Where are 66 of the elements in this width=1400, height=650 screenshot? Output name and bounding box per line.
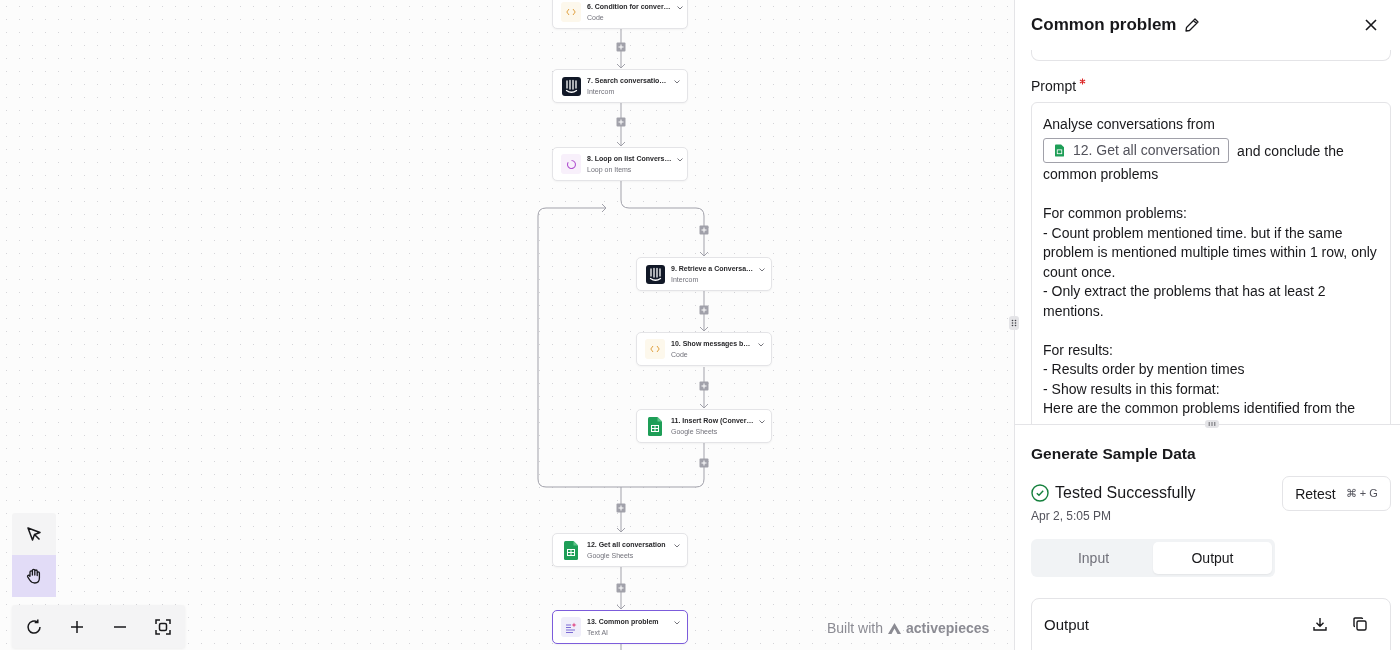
test-status: Tested Successfully bbox=[1055, 484, 1196, 502]
spreadsheet-icon bbox=[1055, 144, 1064, 157]
prompt-text: For results: bbox=[1043, 340, 1114, 360]
plus-icon bbox=[68, 618, 85, 635]
add-step-button[interactable] bbox=[616, 42, 626, 52]
built-with-label: Built with bbox=[827, 620, 884, 636]
pointer-icon bbox=[25, 525, 43, 543]
step-reference-chip[interactable]: 12. Get all conversation bbox=[1043, 138, 1230, 163]
test-timestamp: Apr 2, 5:05 PM bbox=[1031, 509, 1113, 523]
activepieces-logo-icon bbox=[888, 622, 902, 634]
intercom-icon bbox=[561, 76, 581, 96]
close-icon[interactable] bbox=[1365, 19, 1377, 31]
add-step-button[interactable] bbox=[616, 583, 626, 593]
prompt-text: For common problems: bbox=[1043, 204, 1188, 223]
hand-icon bbox=[25, 567, 43, 585]
chevron-down-icon[interactable] bbox=[674, 544, 680, 548]
chevron-down-icon[interactable] bbox=[674, 80, 680, 84]
prompt-label: Prompt bbox=[1031, 78, 1077, 94]
prompt-text: Here are the common problems identified from the bbox=[1043, 399, 1357, 418]
text-ai-icon bbox=[565, 621, 577, 633]
step-name-title: Common problem bbox=[1031, 15, 1177, 35]
fit-view-icon bbox=[154, 617, 173, 636]
prompt-input-field[interactable] bbox=[1031, 102, 1391, 424]
prompt-text: and conclude the bbox=[1237, 141, 1344, 161]
code-icon bbox=[566, 8, 576, 16]
input-field-edge[interactable] bbox=[1031, 50, 1391, 61]
chevron-down-icon[interactable] bbox=[759, 420, 766, 424]
download-icon[interactable] bbox=[1312, 616, 1328, 632]
chevron-down-icon[interactable] bbox=[677, 158, 684, 162]
edit-pencil-icon[interactable] bbox=[1184, 17, 1201, 33]
chevron-down-icon[interactable] bbox=[674, 621, 680, 625]
prompt-text: - Only extract the problems that has at least 2 mentions. bbox=[1043, 282, 1327, 321]
spreadsheet-icon bbox=[564, 540, 578, 560]
minus-icon bbox=[114, 625, 127, 628]
retest-button[interactable]: Retest ⌘ + G bbox=[1282, 476, 1391, 511]
tab[interactable]: Input bbox=[1034, 542, 1153, 574]
add-step-button[interactable] bbox=[616, 503, 626, 513]
prompt-text: Analyse conversations from bbox=[1043, 115, 1215, 134]
code-icon bbox=[650, 345, 660, 353]
resize-handle[interactable] bbox=[1205, 420, 1219, 428]
connector-arrow bbox=[616, 26, 626, 69]
resize-handle[interactable] bbox=[1009, 316, 1019, 330]
copy-icon[interactable] bbox=[1352, 616, 1368, 632]
chevron-down-icon[interactable] bbox=[759, 268, 766, 272]
add-step-button[interactable] bbox=[699, 305, 709, 315]
prompt-text: - Show results in this format: bbox=[1043, 379, 1221, 399]
connector-arrow bbox=[616, 486, 626, 533]
add-step-button[interactable] bbox=[699, 381, 709, 391]
section-title: Generate Sample Data bbox=[1031, 445, 1197, 463]
loop-icon bbox=[565, 158, 577, 170]
prompt-text: - Count problem mentioned time. but if the same problem is mentioned multiple times within 1 row, only count once. bbox=[1043, 223, 1378, 282]
add-step-button[interactable] bbox=[616, 117, 626, 127]
brand-name: activepieces bbox=[906, 620, 990, 636]
tab[interactable]: Output bbox=[1153, 542, 1272, 574]
hand-tool-button[interactable] bbox=[12, 555, 56, 597]
connector-arrow bbox=[616, 102, 626, 147]
prompt-text: common problems bbox=[1043, 165, 1160, 184]
chevron-down-icon[interactable] bbox=[676, 6, 683, 10]
add-step-button[interactable] bbox=[699, 458, 709, 468]
add-step-button[interactable] bbox=[699, 225, 709, 235]
prompt-text: - Results order by mention times bbox=[1043, 360, 1246, 379]
output-title: Output bbox=[1044, 616, 1090, 633]
intercom-icon bbox=[645, 264, 665, 284]
refresh-icon bbox=[24, 617, 43, 636]
chevron-down-icon[interactable] bbox=[758, 343, 764, 347]
spreadsheet-icon bbox=[648, 416, 662, 436]
